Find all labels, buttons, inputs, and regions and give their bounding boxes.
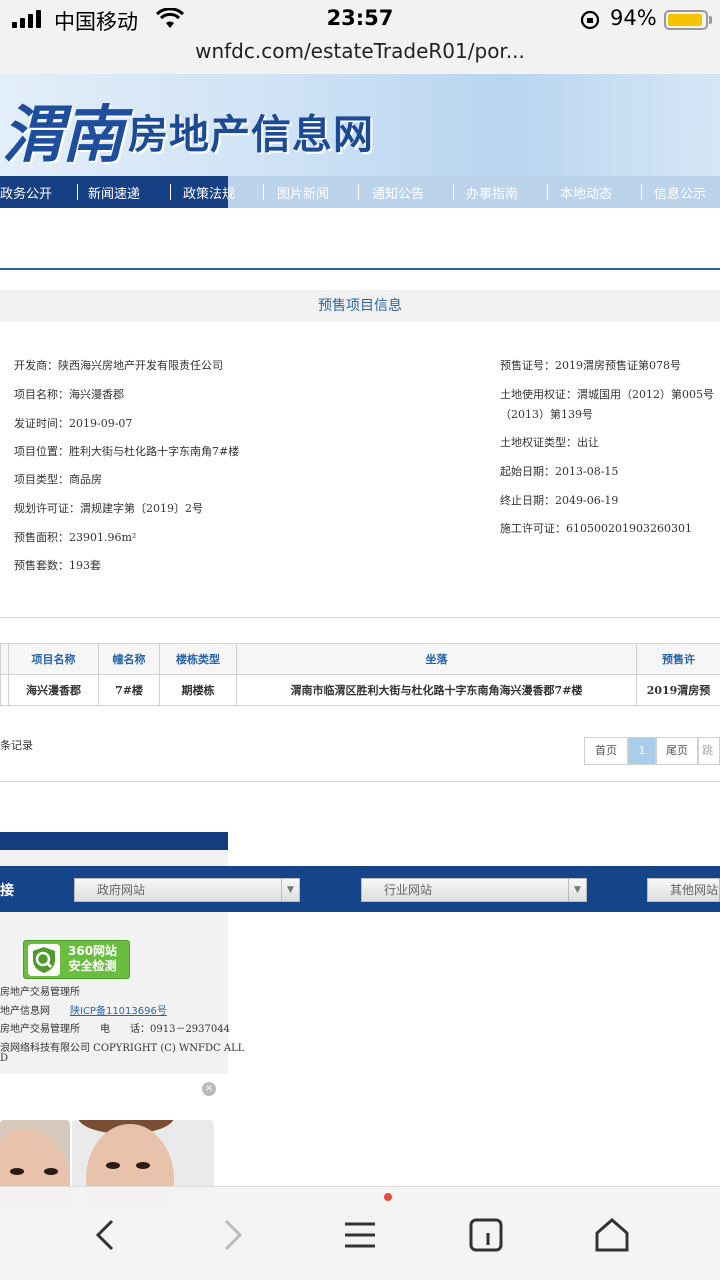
footer-line-1: 房地产交易管理所 <box>0 987 80 998</box>
info-presale-area: 预售面积：23901.96m² <box>14 531 137 544</box>
nav-item-policy[interactable]: 政策法规 <box>183 183 235 202</box>
table-row[interactable]: 海兴漫香郡 7#楼 期楼栋 渭南市临渭区胜利大街与杜化路十字东南角海兴漫香郡7#… <box>0 674 720 706</box>
site-title: 房地产信息网 <box>128 112 374 158</box>
security-badge[interactable]: 360网站 安全检测 <box>23 940 130 979</box>
info-presale-cert: 预售证号：2019渭房预售证第078号 <box>500 359 681 372</box>
battery-fill <box>668 14 702 26</box>
cell-building-name[interactable]: 7#楼 <box>98 674 160 706</box>
info-land-cert-2: （2013）第139号 <box>500 408 593 421</box>
info-land-cert: 土地使用权证：渭城国用（2012）第005号 <box>500 388 714 401</box>
notification-dot <box>384 1193 392 1201</box>
info-issue-date: 发证时间：2019-09-07 <box>14 417 133 430</box>
first-page-button[interactable]: 首页 <box>584 737 628 765</box>
ad-close-icon[interactable]: × <box>202 1082 216 1096</box>
col-building-name: 幢名称 <box>98 643 160 675</box>
icp-link[interactable]: 陕ICP备11013696号 <box>70 1006 167 1017</box>
friendly-links-bar: 接 政府网站 ▼ 行业网站 ▼ 其他网站 <box>0 866 720 912</box>
battery-icon <box>664 10 708 30</box>
section-title: 预售项目信息 <box>0 290 720 322</box>
info-project-name: 项目名称：海兴漫香郡 <box>14 388 124 401</box>
footer-line-3: 房地产交易管理所 电 话：0913－2937044 <box>0 1024 230 1035</box>
browser-toolbar <box>0 1186 720 1280</box>
divider <box>0 617 720 618</box>
col-project-name: 项目名称 <box>8 643 99 675</box>
gov-sites-select[interactable]: 政府网站 ▼ <box>74 878 300 902</box>
cell-presale-cert: 2019渭房预 <box>636 674 720 706</box>
chevron-down-icon: ▼ <box>568 879 586 901</box>
tabs-icon[interactable] <box>466 1215 506 1255</box>
industry-sites-select[interactable]: 行业网站 ▼ <box>361 878 587 902</box>
info-construction-permit: 施工许可证：610500201903260301 <box>500 522 692 535</box>
pagination: 首页 1 尾页 跳转 <box>584 737 720 765</box>
info-land-type: 土地权证类型：出让 <box>500 436 599 449</box>
home-icon[interactable] <box>592 1215 632 1255</box>
nav-item-notices[interactable]: 通知公告 <box>372 183 424 202</box>
info-planning-permit: 规划许可证：渭规建字第〔2019〕2号 <box>14 502 203 515</box>
footer-copyright: 浪网络科技有限公司 COPYRIGHT (C) WNFDC ALL <box>0 1043 245 1054</box>
record-count: 条记录 <box>0 739 33 752</box>
col-building-type: 楼栋类型 <box>159 643 237 675</box>
jump-input[interactable]: 跳转 <box>698 737 720 765</box>
footer-copyright-2: D <box>0 1053 9 1064</box>
url-bar[interactable]: wnfdc.com/estateTradeR01/por... <box>0 40 720 74</box>
other-sites-select[interactable]: 其他网站 <box>647 878 720 902</box>
nav-item-local[interactable]: 本地动态 <box>560 183 612 202</box>
nav-item-disclosure[interactable]: 信息公示 <box>654 183 706 202</box>
links-title: 接 <box>0 883 14 899</box>
site-logo: 渭南 <box>2 98 124 171</box>
shield-search-icon <box>28 944 60 976</box>
divider <box>0 268 720 270</box>
cell-building-type: 期楼栋 <box>159 674 237 706</box>
current-page-button[interactable]: 1 <box>628 737 656 765</box>
info-start-date: 起始日期：2013-08-15 <box>500 465 619 478</box>
footer-line-2: 地产信息网 陕ICP备11013696号 <box>0 1006 167 1017</box>
col-presale-cert: 预售许 <box>636 643 720 675</box>
info-project-type: 项目类型：商品房 <box>14 473 102 486</box>
chevron-down-icon: ▼ <box>281 879 299 901</box>
forward-arrow-icon[interactable] <box>212 1215 252 1255</box>
nav-item-news[interactable]: 新闻速递 <box>88 183 140 202</box>
divider <box>0 781 720 782</box>
col-location: 坐落 <box>236 643 637 675</box>
last-page-button[interactable]: 尾页 <box>656 737 698 765</box>
rotation-lock-icon <box>580 10 600 30</box>
info-presale-units: 预售套数：193套 <box>14 559 101 572</box>
nav-item-photo-news[interactable]: 图片新闻 <box>277 183 329 202</box>
info-location: 项目位置：胜利大街与杜化路十字东南角7#楼 <box>14 445 240 458</box>
menu-icon[interactable] <box>340 1215 380 1255</box>
battery-percent: 94% <box>610 6 657 30</box>
info-developer: 开发商：陕西海兴房地产开发有限责任公司 <box>14 359 223 372</box>
nav-item-guide[interactable]: 办事指南 <box>466 183 518 202</box>
cell-project-name[interactable]: 海兴漫香郡 <box>8 674 99 706</box>
back-arrow-icon[interactable] <box>86 1215 126 1255</box>
footer-top-bar <box>0 832 228 850</box>
nav-item-zhengwu[interactable]: 政务公开 <box>0 183 52 202</box>
site-banner: 渭南 房地产信息网 <box>0 74 720 176</box>
info-end-date: 终止日期：2049-06-19 <box>500 494 619 507</box>
main-nav: 政务公开 新闻速递 政策法规 图片新闻 通知公告 办事指南 本地动态 信息公示 <box>0 176 720 208</box>
building-table: 项目名称 幢名称 楼栋类型 坐落 预售许 海兴漫香郡 7#楼 期楼栋 渭南市临渭… <box>0 643 720 706</box>
status-bar: 中国移动 23:57 94% <box>0 0 720 40</box>
cell-location: 渭南市临渭区胜利大街与杜化路十字东南角海兴漫香郡7#楼 <box>236 674 637 706</box>
table-header-row: 项目名称 幢名称 楼栋类型 坐落 预售许 <box>0 643 720 675</box>
